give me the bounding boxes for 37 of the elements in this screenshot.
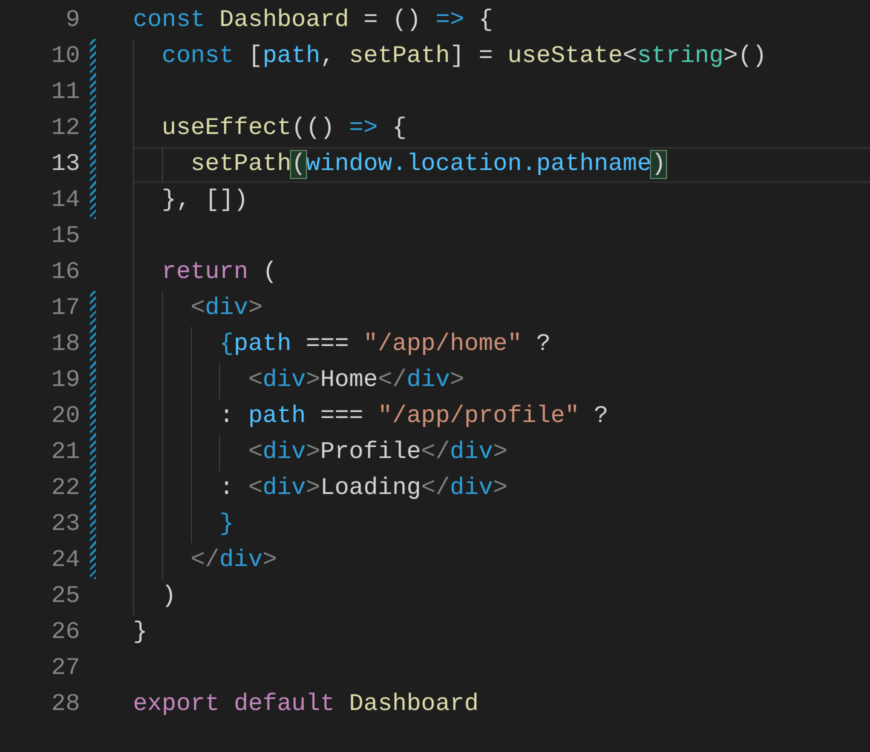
line-number: 14 <box>50 186 80 216</box>
line-number: 24 <box>50 546 80 576</box>
line-number: 20 <box>50 402 80 432</box>
code-line: : <div>Loading</div> <box>219 474 508 504</box>
code-line: const Dashboard = () => { <box>133 6 494 36</box>
line-number: 12 <box>50 114 80 144</box>
code-line: useEffect(() => { <box>162 114 407 144</box>
line-number: 19 <box>50 366 80 396</box>
line-number: 15 <box>50 222 80 252</box>
line-number: 11 <box>50 78 80 108</box>
line-number: 18 <box>50 330 80 360</box>
line-number: 23 <box>50 510 80 540</box>
line-number: 27 <box>50 654 80 684</box>
code-line: : path === "/app/profile" ? <box>219 402 608 432</box>
code-line: setPath(window.location.pathname) <box>190 150 666 180</box>
code-line: </div> <box>190 546 278 576</box>
code-line: {path === "/app/home" ? <box>219 330 551 360</box>
line-number: 21 <box>50 438 80 468</box>
code-line: ) <box>162 582 176 612</box>
code-line: return ( <box>162 258 278 288</box>
line-number: 28 <box>50 690 80 720</box>
line-number: 22 <box>50 474 80 504</box>
code-line: }, []) <box>162 186 248 216</box>
line-number: 16 <box>50 258 80 288</box>
line-number: 17 <box>50 294 80 324</box>
line-number: 10 <box>50 42 80 72</box>
line-number: 26 <box>50 618 80 648</box>
code-line: const [path, setPath] = useState<string>() <box>162 42 767 72</box>
code-line: <div> <box>190 294 263 324</box>
code-line: <div>Home</div> <box>248 366 464 396</box>
code-line: export default Dashboard <box>133 690 479 720</box>
code-line: } <box>133 618 148 648</box>
line-number: 9 <box>64 6 80 36</box>
code-line: <div>Profile</div> <box>248 438 508 468</box>
line-number: 13 <box>50 150 80 180</box>
line-number: 25 <box>50 582 80 612</box>
code-line: } <box>219 510 234 540</box>
